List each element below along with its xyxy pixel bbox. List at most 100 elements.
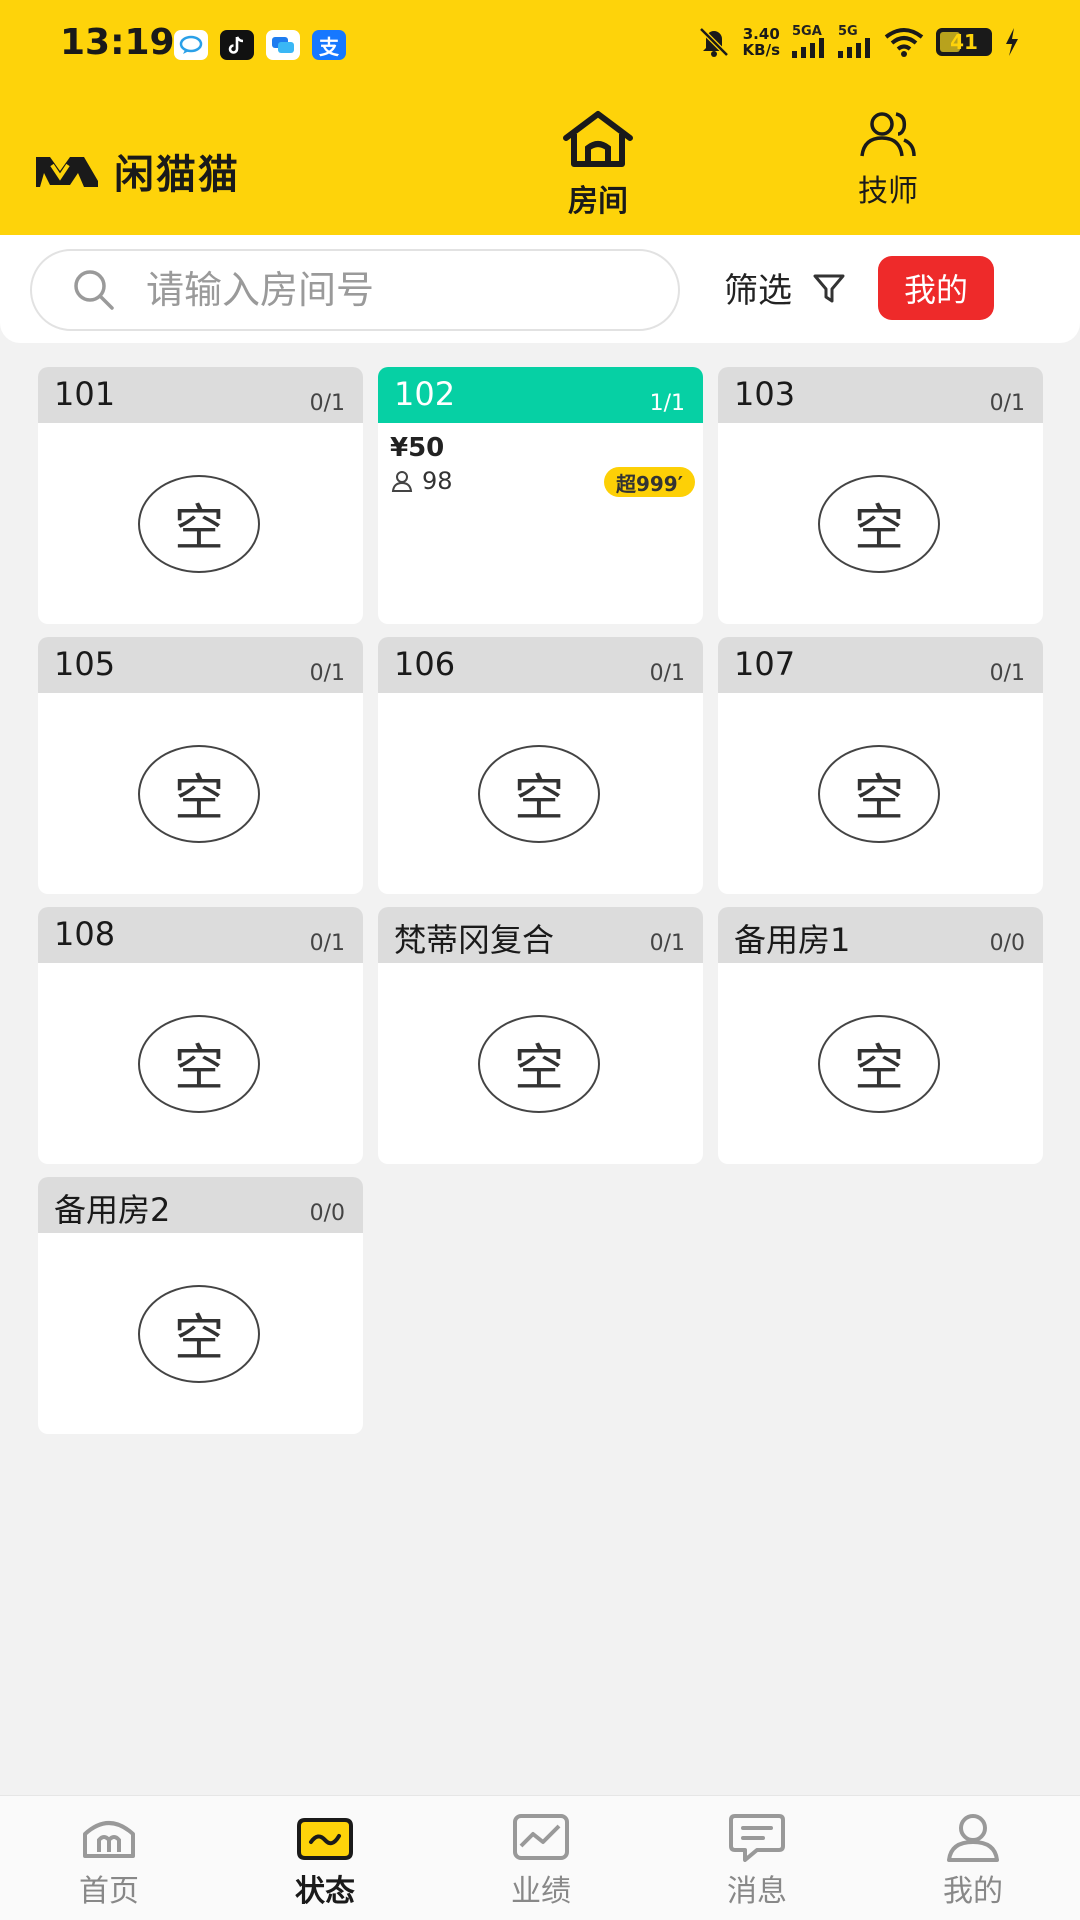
room-occupancy: 0/1 [989,391,1025,416]
room-card-header: 备用房2 0/0 [38,1177,363,1233]
brand-logo: 闲猫猫 [34,142,240,200]
nav-messages-label: 消息 [727,1874,787,1909]
room-card[interactable]: 梵蒂冈复合 0/1 空 [378,907,703,1164]
nav-status[interactable]: 状态 [260,1812,390,1910]
room-card[interactable]: 105 0/1 空 [38,637,363,894]
room-name: 梵蒂冈复合 [394,921,555,959]
system-icons: 3.40 KB/s 5GA 5G 41 [697,25,1020,58]
empty-status-badge: 空 [138,1285,260,1383]
room-card-header: 101 0/1 [38,367,363,423]
room-card[interactable]: 102 1/1 ¥50 98 超999′ [378,367,703,624]
nav-performance[interactable]: 业绩 [476,1812,606,1910]
status-time: 13:19 [60,22,175,63]
bottom-navigation: 首页 状态 业绩 消息 我的 [0,1795,1080,1920]
overtime-tag: 超999′ [603,467,695,497]
message-icon [729,1814,785,1862]
room-card[interactable]: 备用房2 0/0 空 [38,1177,363,1434]
room-card[interactable]: 备用房1 0/0 空 [718,907,1043,1164]
mute-bell-icon [698,26,729,57]
home-m-icon [83,1821,135,1858]
tiktok-icon [220,30,254,60]
tab-technicians-label: 技师 [858,174,918,209]
empty-status-badge: 空 [818,745,940,843]
room-card-header: 108 0/1 [38,907,363,963]
nav-mine[interactable]: 我的 [908,1812,1038,1910]
empty-status-badge: 空 [138,1015,260,1113]
room-card[interactable]: 101 0/1 空 [38,367,363,624]
cat-logo-icon [36,157,98,187]
signal-bars-icon [792,38,824,58]
filter-label: 筛选 [724,271,792,311]
empty-status-badge: 空 [818,1015,940,1113]
room-occupancy: 0/1 [309,931,345,956]
notification-icons: 支 [174,30,346,60]
tab-rooms[interactable]: 房间 [518,110,678,220]
room-occupancy: 0/1 [649,931,685,956]
room-card[interactable]: 106 0/1 空 [378,637,703,894]
sim1-signal: 5GA [792,25,826,58]
room-guest-count: 98 [390,467,453,495]
search-box[interactable] [30,249,680,331]
room-card[interactable]: 103 0/1 空 [718,367,1043,624]
nav-performance-label: 业绩 [511,1874,571,1909]
room-card-header: 106 0/1 [378,637,703,693]
nav-status-label: 状态 [295,1874,355,1909]
network-speed: 3.40 KB/s [742,24,780,59]
chart-icon [513,1814,569,1860]
sim2-signal: 5G [838,25,872,58]
home-icon [563,111,633,167]
filter-funnel-icon [813,274,845,302]
room-occupancy: 0/0 [309,1201,345,1226]
room-name: 备用房2 [54,1191,171,1229]
room-name: 备用房1 [734,921,851,959]
room-occupancy: 0/1 [309,661,345,686]
charging-bolt-icon [1006,27,1018,56]
room-occupancy: 0/1 [309,391,345,416]
room-name: 103 [734,375,796,413]
guest-count-value: 98 [422,467,453,495]
room-price: ¥50 [390,433,445,463]
nav-home-label: 首页 [79,1874,139,1909]
room-name: 101 [54,375,116,413]
room-card-header: 梵蒂冈复合 0/1 [378,907,703,963]
profile-icon [947,1814,999,1862]
person-icon [391,471,413,492]
room-card-header: 105 0/1 [38,637,363,693]
room-occupancy: 0/1 [989,661,1025,686]
status-face-icon [297,1818,353,1860]
nav-mine-label: 我的 [943,1874,1003,1909]
room-name: 102 [394,375,456,413]
signal-bars-icon [838,38,870,58]
room-card-header: 备用房1 0/0 [718,907,1043,963]
room-card[interactable]: 108 0/1 空 [38,907,363,1164]
empty-status-badge: 空 [138,475,260,573]
empty-status-badge: 空 [478,1015,600,1113]
nav-home[interactable]: 首页 [44,1812,174,1910]
room-name: 105 [54,645,116,683]
alipay-icon: 支 [312,30,346,60]
app-header: 13:19 支 3.40 KB/s 5GA 5G 41 闲猫猫 房间 技师 [0,0,1080,235]
filter-button[interactable]: 筛选 [724,263,846,312]
room-name: 108 [54,915,116,953]
room-card[interactable]: 107 0/1 空 [718,637,1043,894]
tab-technicians[interactable]: 技师 [808,110,968,210]
room-search-input[interactable] [146,268,626,312]
room-occupancy: 0/1 [649,661,685,686]
wifi-icon [884,27,924,57]
room-card-header: 107 0/1 [718,637,1043,693]
nav-messages[interactable]: 消息 [692,1812,822,1910]
chat-bubble-icon [174,30,208,60]
empty-status-badge: 空 [478,745,600,843]
room-occupancy: 0/0 [989,931,1025,956]
room-name: 107 [734,645,796,683]
room-card-header: 103 0/1 [718,367,1043,423]
empty-status-badge: 空 [138,745,260,843]
room-name: 106 [394,645,456,683]
search-icon [74,270,114,310]
status-bar: 13:19 支 3.40 KB/s 5GA 5G 41 [0,0,1080,95]
battery-indicator: 41 [936,27,992,56]
brand-name: 闲猫猫 [114,152,240,198]
users-icon [860,112,916,157]
room-card-header: 102 1/1 [378,367,703,423]
mine-button[interactable]: 我的 [878,256,994,320]
